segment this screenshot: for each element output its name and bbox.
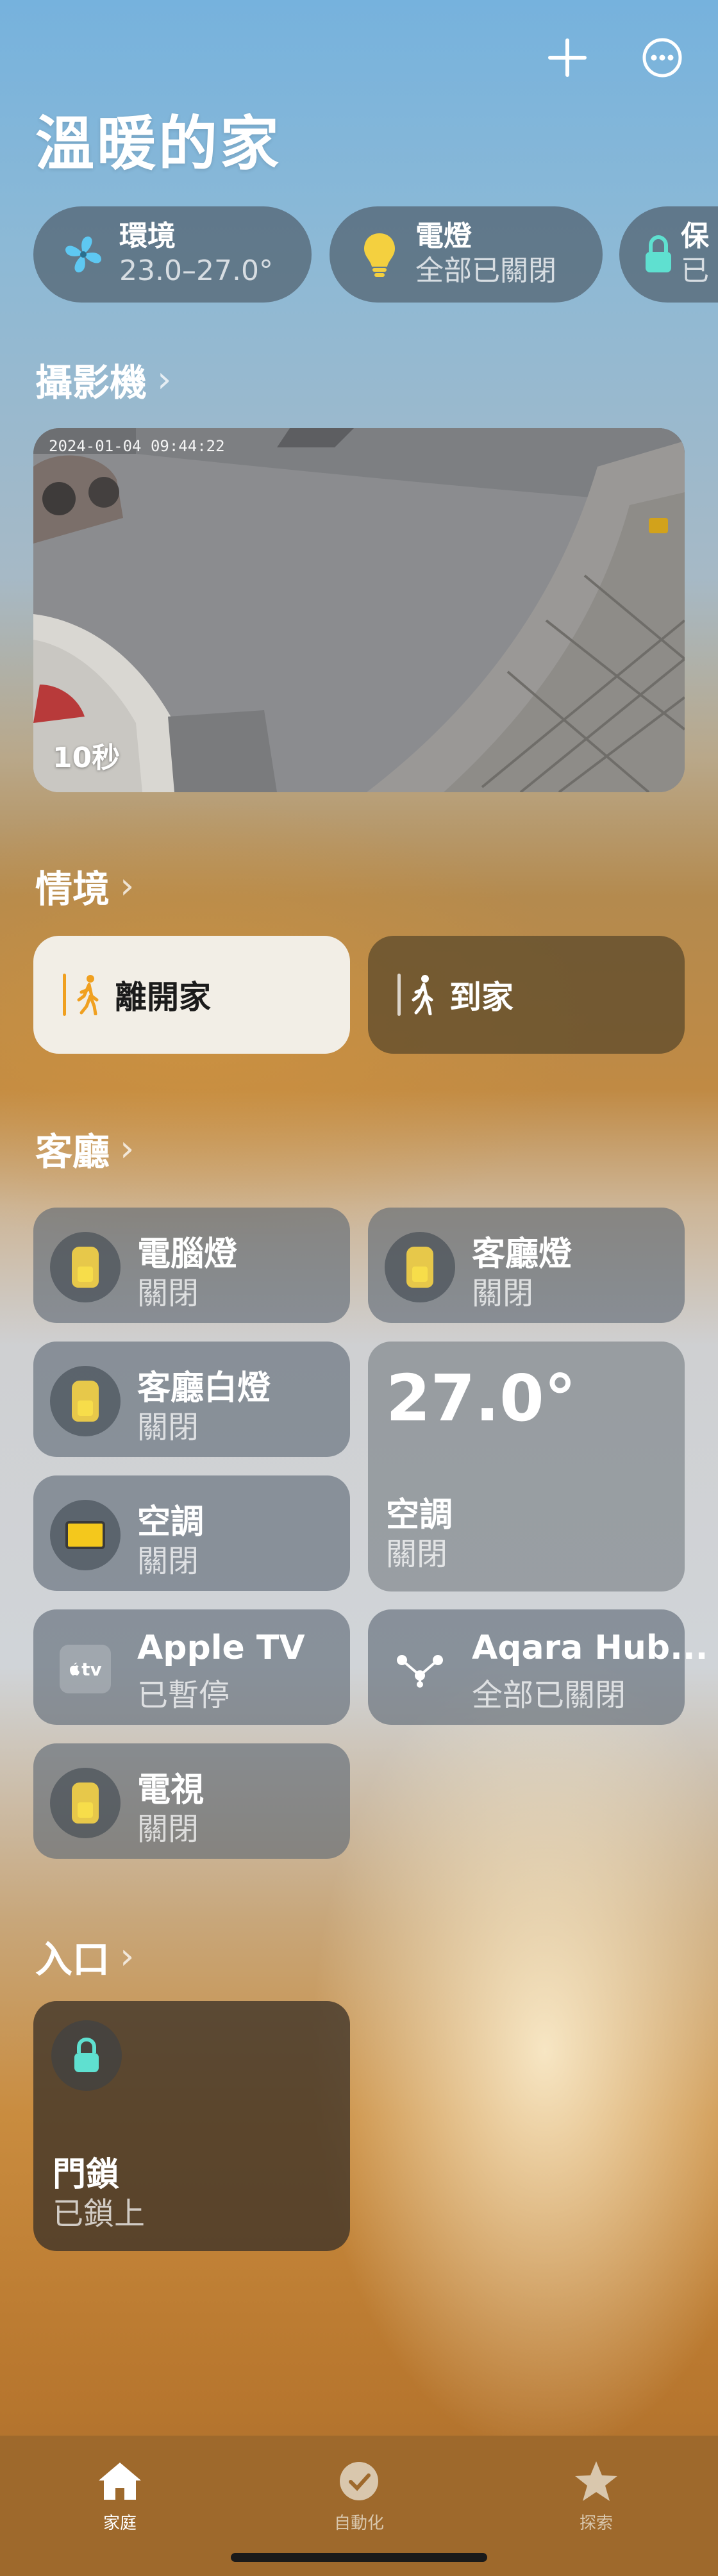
walking-person-icon	[412, 975, 433, 1015]
tab-discover[interactable]: 探索	[532, 2460, 660, 2534]
chip-title: 電燈	[415, 220, 472, 253]
section-header-scenes[interactable]: 情境 ›	[35, 859, 134, 913]
light-switch-icon	[50, 1366, 121, 1436]
chip-title: 環境	[119, 220, 176, 253]
chip-subtitle: 全部已關閉	[415, 254, 556, 287]
air-conditioner-icon	[50, 1500, 121, 1570]
page-title: 溫暖的家	[35, 110, 282, 178]
accessory-status: 已暫停	[137, 1677, 230, 1713]
house-icon	[99, 2463, 141, 2500]
chevron-right-icon: ›	[120, 1127, 135, 1170]
lock-tile[interactable]: 門鎖 已鎖上	[33, 2001, 350, 2251]
accessory-tile[interactable]: tv Apple TV 已暫停	[33, 1609, 350, 1725]
tab-automation[interactable]: 自動化	[295, 2460, 423, 2534]
section-title: 客廳	[35, 1130, 110, 1174]
section-header-entrance[interactable]: 入口 ›	[35, 1929, 134, 1983]
add-button[interactable]	[545, 35, 590, 80]
tab-label: 家庭	[103, 2514, 137, 2533]
chip-title: 保	[681, 220, 709, 253]
chevron-right-icon: ›	[120, 865, 135, 907]
lock-icon	[642, 230, 674, 279]
camera-preview[interactable]: 2024-01-04 09:44:22 10秒	[33, 428, 685, 792]
star-icon	[575, 2461, 617, 2501]
ellipsis-circle-icon	[642, 38, 682, 78]
scene-label: 離開家	[115, 979, 211, 1016]
scene-leave-home[interactable]: 離開家	[33, 936, 350, 1054]
fan-icon	[59, 230, 108, 279]
chip-climate[interactable]: 環境 23.0–27.0°	[33, 206, 312, 303]
accessory-tile[interactable]: Aqara Hub... 全部已關閉	[368, 1609, 708, 1725]
tab-label: 自動化	[333, 2514, 384, 2533]
scene-accent-bar	[63, 974, 66, 1016]
accessory-name: Apple TV	[137, 1629, 305, 1667]
thermostat-tile[interactable]: 27.0° 空調 關閉	[368, 1342, 685, 1591]
lock-icon	[51, 2020, 122, 2091]
accessory-status: 關閉	[472, 1276, 534, 1311]
accessory-name: Aqara Hub...	[472, 1629, 708, 1667]
appletv-badge: tv	[81, 1658, 102, 1680]
camera-snapshot	[33, 428, 685, 792]
tab-label: 探索	[579, 2514, 613, 2533]
accessory-tile[interactable]: 客廳白燈 關閉	[33, 1342, 350, 1457]
appletv-icon: tv	[50, 1634, 121, 1704]
scene-label: 到家	[449, 979, 513, 1016]
apple-logo-icon	[70, 1663, 80, 1675]
plus-icon	[548, 38, 587, 77]
chip-subtitle: 23.0–27.0°	[119, 254, 273, 287]
accessory-status: 關閉	[386, 1536, 448, 1572]
accessory-tile[interactable]: 電視 關閉	[33, 1743, 350, 1859]
accessory-status: 關閉	[137, 1276, 199, 1311]
clock-check-icon	[340, 2462, 378, 2500]
accessory-tile[interactable]: 電腦燈 關閉	[33, 1208, 350, 1323]
chip-subtitle: 已	[681, 254, 709, 287]
scene-accent-bar	[397, 974, 401, 1016]
camera-duration: 10秒	[53, 742, 121, 774]
accessory-status: 關閉	[137, 1409, 199, 1445]
chip-security[interactable]: 保 已	[619, 206, 718, 303]
tab-home[interactable]: 家庭	[56, 2460, 184, 2534]
walking-person-icon	[77, 975, 99, 1015]
accessory-status: 關閉	[137, 1811, 199, 1847]
section-title: 情境	[35, 867, 110, 911]
accessory-status: 全部已關閉	[472, 1677, 626, 1713]
thermostat-temperature: 27.0°	[386, 1361, 576, 1436]
accessory-status: 關閉	[137, 1543, 199, 1579]
home-indicator	[231, 2553, 487, 2562]
accessory-tile[interactable]: 空調 關閉	[33, 1475, 350, 1591]
camera-timestamp: 2024-01-04 09:44:22	[49, 437, 225, 455]
chevron-right-icon: ›	[120, 1935, 135, 1977]
section-title: 攝影機	[35, 361, 147, 404]
scene-arrive-home[interactable]: 到家	[368, 936, 685, 1054]
lightbulb-icon	[355, 230, 404, 279]
more-button[interactable]	[640, 35, 685, 80]
accessory-status: 已鎖上	[53, 2196, 146, 2232]
section-header-living-room[interactable]: 客廳 ›	[35, 1122, 134, 1176]
section-header-cameras[interactable]: 攝影機 ›	[35, 353, 171, 406]
accessory-tile[interactable]: 客廳燈 關閉	[368, 1208, 685, 1323]
light-switch-icon	[385, 1232, 455, 1302]
hub-nodes-icon	[385, 1634, 455, 1704]
section-title: 入口	[35, 1938, 110, 1981]
chevron-right-icon: ›	[157, 358, 172, 401]
light-switch-icon	[50, 1768, 121, 1838]
chip-lights[interactable]: 電燈 全部已關閉	[330, 206, 603, 303]
light-switch-icon	[50, 1232, 121, 1302]
